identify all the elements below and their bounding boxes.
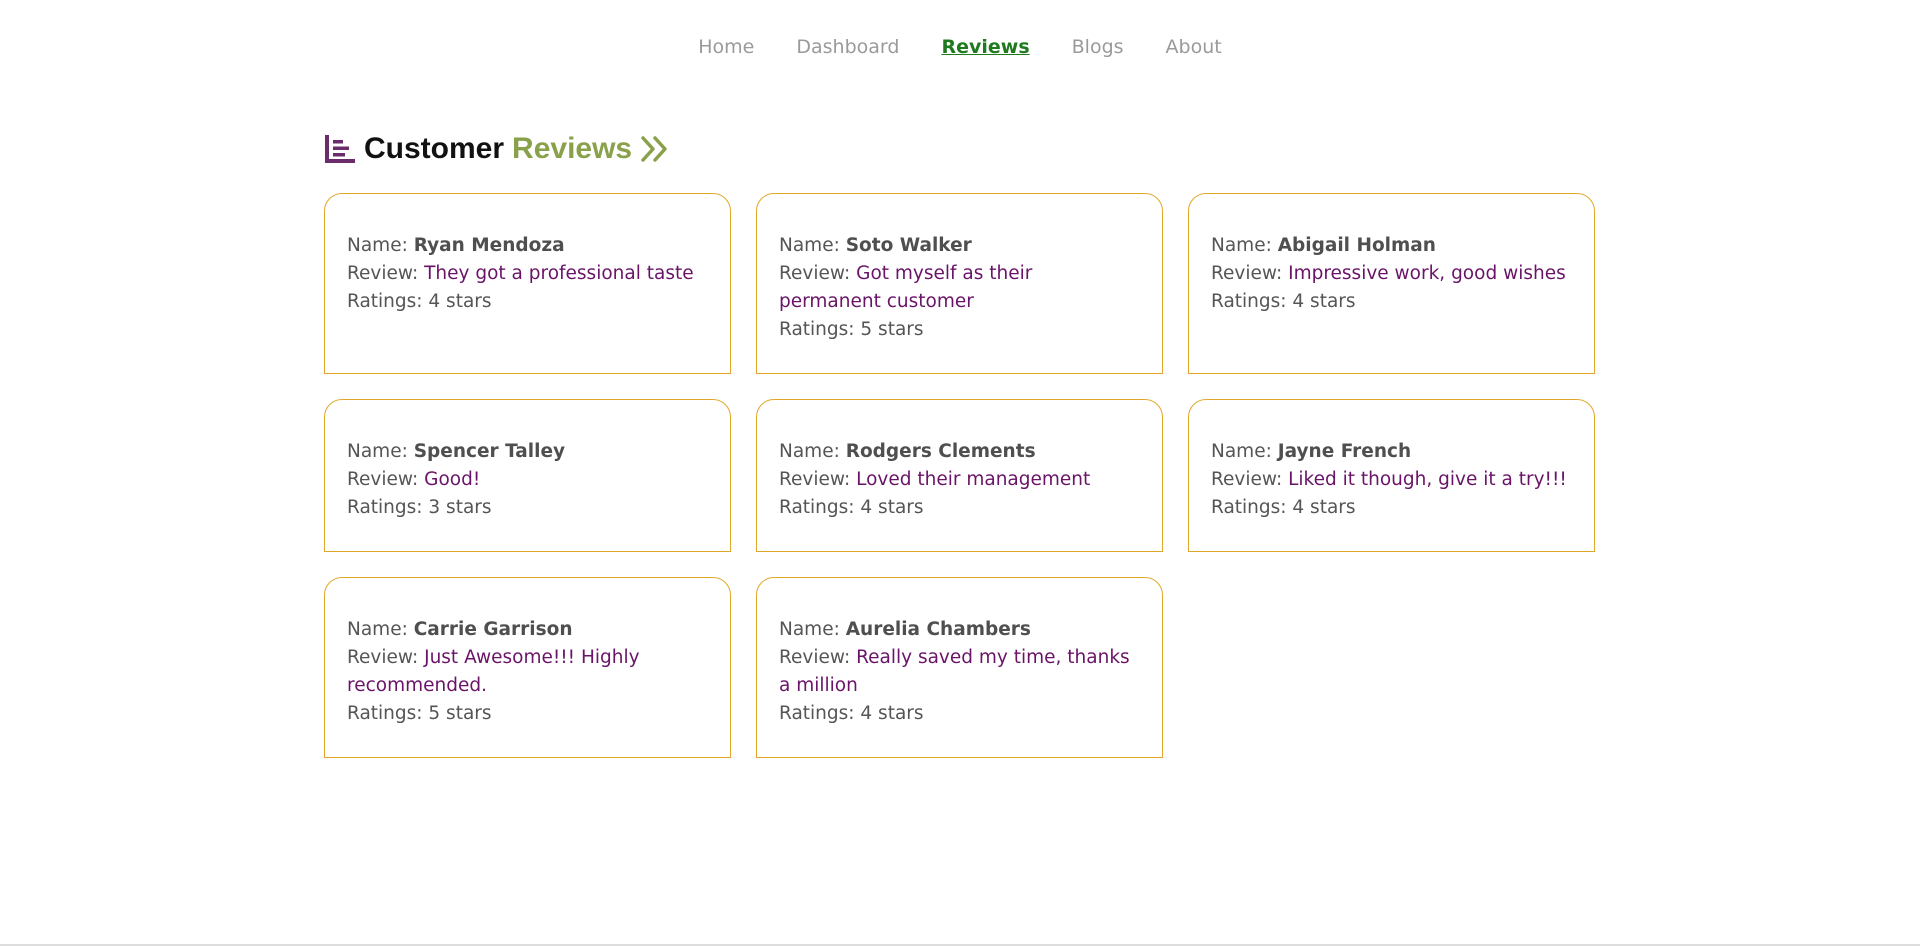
rating-value: 3 stars — [428, 497, 492, 518]
rating-value: 5 stars — [428, 703, 492, 724]
name-label: Name: — [347, 441, 414, 462]
review-card: Name: Abigail Holman Review: Impressive … — [1188, 193, 1595, 374]
reviewer-name: Rodgers Clements — [845, 441, 1036, 462]
name-label: Name: — [347, 235, 414, 256]
name-label: Name: — [1211, 235, 1278, 256]
rating-value: 4 stars — [1292, 291, 1356, 312]
review-card: Name: Ryan Mendoza Review: They got a pr… — [324, 193, 731, 374]
nav-home[interactable]: Home — [698, 36, 754, 58]
review-label: Review: — [347, 647, 425, 668]
reviewer-name: Spencer Talley — [413, 441, 566, 462]
title-word-reviews: Reviews — [512, 132, 633, 165]
review-card: Name: Carrie Garrison Review: Just Aweso… — [324, 577, 731, 758]
top-nav: Home Dashboard Reviews Blogs About — [0, 36, 1920, 58]
name-label: Name: — [1211, 441, 1278, 462]
name-label: Name: — [779, 235, 846, 256]
review-card: Name: Rodgers Clements Review: Loved the… — [756, 399, 1163, 552]
ratings-label: Ratings: — [779, 703, 861, 724]
ratings-label: Ratings: — [347, 703, 429, 724]
review-label: Review: — [347, 263, 425, 284]
review-text: Good! — [424, 469, 481, 490]
reviewer-name: Jayne French — [1277, 441, 1412, 462]
nav-reviews[interactable]: Reviews — [941, 36, 1029, 58]
rating-value: 4 stars — [1292, 497, 1356, 518]
review-card: Name: Spencer Talley Review: Good! Ratin… — [324, 399, 731, 552]
review-label: Review: — [1211, 263, 1289, 284]
ratings-label: Ratings: — [779, 319, 861, 340]
rating-value: 4 stars — [860, 497, 924, 518]
name-label: Name: — [347, 619, 414, 640]
name-label: Name: — [779, 619, 846, 640]
name-label: Name: — [779, 441, 846, 462]
review-label: Review: — [1211, 469, 1289, 490]
ratings-label: Ratings: — [347, 291, 429, 312]
reviewer-name: Ryan Mendoza — [413, 235, 565, 256]
reviewer-name: Carrie Garrison — [413, 619, 573, 640]
review-card: Name: Soto Walker Review: Got myself as … — [756, 193, 1163, 374]
reviewer-name: Abigail Holman — [1277, 235, 1436, 256]
nav-blogs[interactable]: Blogs — [1072, 36, 1124, 58]
ratings-label: Ratings: — [779, 497, 861, 518]
review-text: Liked it though, give it a try!!! — [1288, 469, 1567, 490]
review-text: Loved their management — [856, 469, 1091, 490]
list-icon — [324, 134, 356, 164]
review-label: Review: — [779, 647, 857, 668]
ratings-label: Ratings: — [1211, 497, 1293, 518]
review-label: Review: — [347, 469, 425, 490]
review-card: Name: Jayne French Review: Liked it thou… — [1188, 399, 1595, 552]
ratings-label: Ratings: — [347, 497, 429, 518]
review-label: Review: — [779, 263, 857, 284]
nav-dashboard[interactable]: Dashboard — [796, 36, 899, 58]
review-card: Name: Aurelia Chambers Review: Really sa… — [756, 577, 1163, 758]
title-word-customer: Customer — [364, 132, 505, 165]
nav-about[interactable]: About — [1166, 36, 1222, 58]
double-chevron-right-icon — [640, 135, 670, 163]
reviewer-name: Aurelia Chambers — [845, 619, 1031, 640]
review-text: They got a professional taste — [424, 263, 694, 284]
rating-value: 4 stars — [428, 291, 492, 312]
rating-value: 5 stars — [860, 319, 924, 340]
reviewer-name: Soto Walker — [845, 235, 972, 256]
review-label: Review: — [779, 469, 857, 490]
ratings-label: Ratings: — [1211, 291, 1293, 312]
rating-value: 4 stars — [860, 703, 924, 724]
page-title: Customer Reviews — [324, 132, 670, 166]
reviews-grid: Name: Ryan Mendoza Review: They got a pr… — [324, 193, 1595, 758]
review-text: Impressive work, good wishes — [1288, 263, 1566, 284]
